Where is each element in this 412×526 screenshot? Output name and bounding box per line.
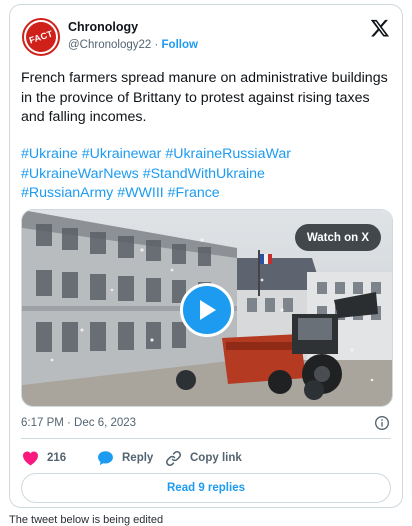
heart-icon xyxy=(23,451,38,466)
tweet-timestamp[interactable]: 6:17 PM · Dec 6, 2023 xyxy=(21,417,136,429)
author-handle[interactable]: @Chronology22 xyxy=(68,39,151,51)
tweet-text: French farmers spread manure on administ… xyxy=(21,70,388,125)
hashtag[interactable]: #StandWithUkraine xyxy=(143,166,265,182)
hashtag[interactable]: #Ukrainewar xyxy=(82,146,162,162)
video-thumbnail[interactable]: Watch on X xyxy=(21,209,393,407)
author-meta: @Chronology22 · Follow xyxy=(68,39,198,51)
hashtag[interactable]: #WWIII xyxy=(117,185,164,201)
hashtag-list: #Ukraine #Ukrainewar #UkraineRussiaWar #… xyxy=(21,145,393,204)
like-count: 216 xyxy=(47,452,67,464)
hashtag[interactable]: #Ukraine xyxy=(21,146,78,162)
x-logo-icon[interactable] xyxy=(370,18,390,38)
avatar[interactable]: FACT xyxy=(22,18,60,56)
hashtag[interactable]: #UkraineWarNews xyxy=(21,166,139,182)
reply-button[interactable]: Reply xyxy=(97,448,153,468)
hashtag[interactable]: #UkraineRussiaWar xyxy=(165,146,291,162)
copy-link-label: Copy link xyxy=(190,452,242,464)
page-text-below: The tweet below is being edited xyxy=(9,514,164,526)
divider xyxy=(21,438,391,439)
link-icon xyxy=(165,450,182,466)
copy-link-button[interactable]: Copy link xyxy=(165,448,242,468)
follow-button[interactable]: Follow xyxy=(162,39,198,51)
speech-bubble-icon xyxy=(98,451,113,466)
reply-label: Reply xyxy=(122,452,154,464)
author-name[interactable]: Chronology xyxy=(68,20,138,34)
play-icon xyxy=(200,300,216,320)
hashtag[interactable]: #France xyxy=(168,185,220,201)
tweet-card: FACT Chronology @Chronology22 · Follow F… xyxy=(9,4,403,508)
avatar-logo-text: FACT xyxy=(27,28,55,46)
fact-stamp-icon: FACT xyxy=(24,20,58,54)
watch-on-x-button[interactable]: Watch on X xyxy=(294,224,381,251)
play-button[interactable] xyxy=(180,283,234,337)
meta-separator: · xyxy=(154,39,159,51)
read-replies-button[interactable]: Read 9 replies xyxy=(21,473,391,503)
hashtag[interactable]: #RussianArmy xyxy=(21,185,113,201)
like-button[interactable]: 216 xyxy=(22,448,66,468)
info-icon[interactable] xyxy=(374,415,390,431)
